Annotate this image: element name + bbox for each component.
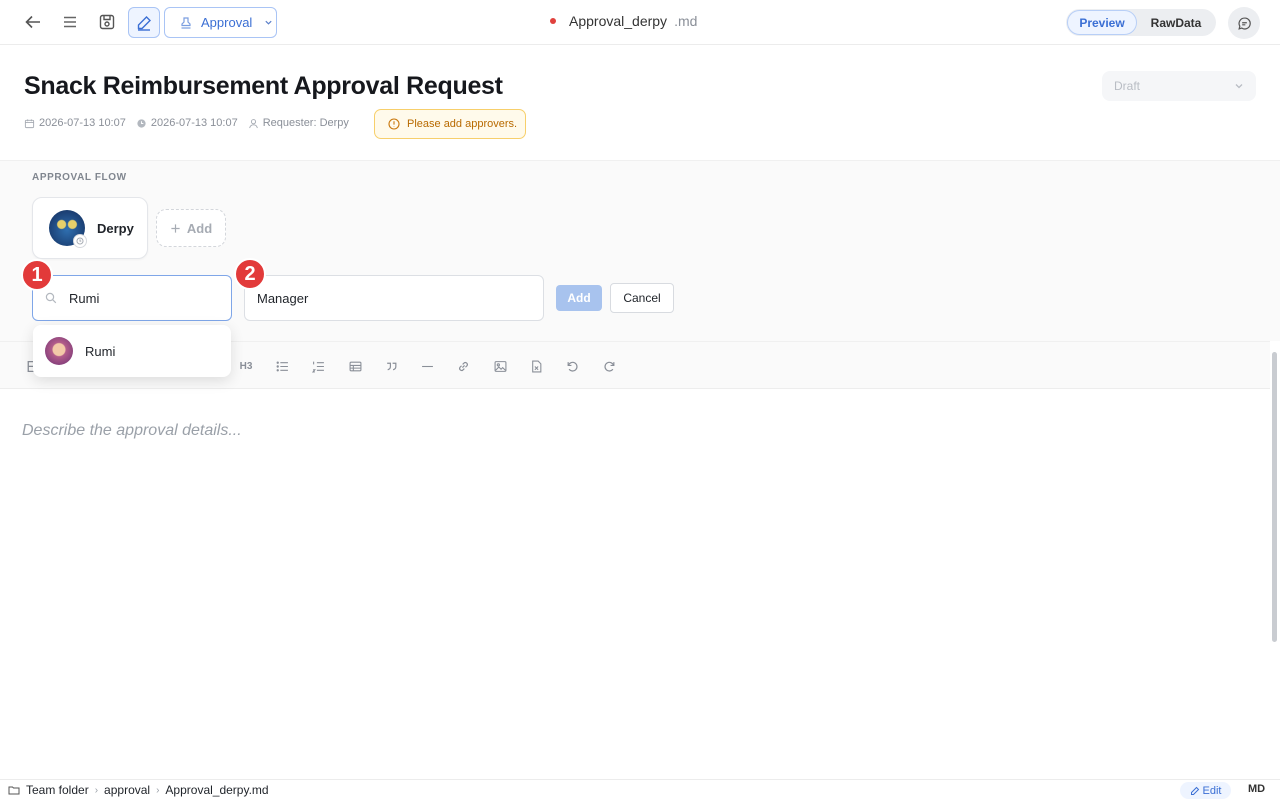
menu-icon[interactable]	[55, 7, 85, 37]
document-meta: 2026-07-13 10:07 2026-07-13 10:07 Reques…	[24, 117, 359, 129]
created-date: 2026-07-13 10:07	[24, 117, 126, 129]
link-icon[interactable]	[452, 355, 474, 377]
requester: Requester: Derpy	[248, 117, 349, 129]
status-label: Draft	[1114, 79, 1141, 93]
h3-label: H3	[239, 360, 253, 372]
view-toggle: Preview RawData	[1066, 9, 1216, 36]
suggestion-option-rumi[interactable]: Rumi	[85, 344, 115, 359]
pending-clock-icon	[73, 234, 87, 248]
breadcrumb: Team folder › approval › Approval_derpy.…	[8, 783, 269, 797]
user-icon	[248, 118, 258, 128]
page-title: Snack Reimbursement Approval Request	[24, 72, 503, 100]
top-bar: Approval Approval_derpy .md Preview RawD…	[0, 0, 1280, 45]
scrollbar[interactable]	[1271, 342, 1278, 642]
preview-tab[interactable]: Preview	[1067, 10, 1137, 35]
document-name: Approval_derpy	[569, 13, 668, 29]
add-approver-button[interactable]: Add	[156, 209, 226, 247]
image-icon[interactable]	[489, 355, 511, 377]
status-select[interactable]: Draft	[1102, 71, 1256, 101]
updated-date-text: 2026-07-13 10:07	[150, 117, 238, 129]
redo-icon[interactable]	[598, 355, 620, 377]
bullet-list-icon[interactable]	[271, 355, 293, 377]
h3-icon[interactable]: H3	[235, 355, 257, 377]
approval-flow-section: APPROVAL FLOW Derpy Add Add Cancel	[0, 160, 1280, 341]
avatar	[45, 337, 73, 365]
warning-badge: Please add approvers.	[374, 109, 526, 139]
editor-placeholder[interactable]: Describe the approval details...	[22, 422, 242, 440]
created-date-text: 2026-07-13 10:07	[39, 117, 126, 129]
add-approver-label: Add	[186, 220, 213, 236]
edit-mode-badge[interactable]: Edit	[1180, 782, 1231, 799]
plus-icon	[171, 223, 180, 233]
breadcrumb-separator-icon: ›	[156, 784, 160, 796]
approver-search-input[interactable]	[69, 290, 209, 306]
chat-icon[interactable]	[1228, 7, 1260, 39]
save-icon[interactable]	[92, 7, 122, 37]
status-bar: Team folder › approval › Approval_derpy.…	[0, 779, 1280, 800]
requester-text: Requester: Derpy	[262, 117, 349, 129]
scroll-thumb[interactable]	[1272, 352, 1277, 642]
format-label[interactable]: MD	[1248, 783, 1265, 795]
search-icon	[45, 292, 57, 304]
table-icon[interactable]	[344, 355, 366, 377]
cancel-button[interactable]: Cancel	[610, 283, 674, 313]
document-type-select[interactable]: Approval	[164, 7, 277, 38]
calendar-icon	[24, 118, 35, 128]
unsaved-indicator	[550, 18, 556, 24]
file-icon[interactable]	[525, 355, 547, 377]
stamp-icon	[181, 16, 191, 29]
pencil-icon	[1190, 786, 1199, 795]
avatar	[49, 210, 87, 248]
approver-suggestion-dropdown: Rumi	[33, 325, 231, 377]
edit-mode-label: Edit	[1202, 784, 1222, 797]
approval-flow-label: APPROVAL FLOW	[32, 172, 127, 183]
approver-search-field[interactable]	[32, 275, 232, 321]
warning-circle-icon	[388, 118, 400, 130]
back-arrow-icon[interactable]	[18, 7, 48, 37]
confirm-add-button[interactable]: Add	[556, 285, 602, 311]
undo-icon[interactable]	[561, 355, 583, 377]
divider-icon[interactable]	[416, 355, 438, 377]
updated-date: 2026-07-13 10:07	[136, 117, 238, 129]
approver-card[interactable]: Derpy	[32, 197, 148, 259]
document-title: Approval_derpy .md	[550, 13, 697, 29]
clock-icon	[137, 118, 146, 128]
edit-pencil-icon[interactable]	[128, 7, 160, 38]
step-badge-1: 1	[21, 259, 53, 291]
approver-role-input[interactable]	[257, 290, 527, 306]
chevron-down-icon	[1235, 84, 1243, 89]
quote-icon[interactable]	[380, 355, 402, 377]
breadcrumb-approval[interactable]: approval	[104, 783, 150, 797]
warning-text: Please add approvers.	[407, 118, 518, 130]
step-badge-2: 2	[234, 258, 266, 290]
breadcrumb-team-folder[interactable]: Team folder	[26, 783, 89, 797]
rawdata-tab[interactable]: RawData	[1137, 10, 1215, 35]
breadcrumb-separator-icon: ›	[94, 784, 99, 796]
document-type-label: Approval	[201, 15, 253, 30]
breadcrumb-file[interactable]: Approval_derpy.md	[165, 783, 268, 797]
chevron-down-icon	[265, 20, 272, 25]
numbered-list-icon[interactable]	[307, 355, 329, 377]
approver-role-field[interactable]	[244, 275, 544, 321]
folder-icon	[8, 786, 20, 795]
approver-name: Derpy	[97, 220, 134, 236]
document-extension: .md	[674, 13, 698, 29]
